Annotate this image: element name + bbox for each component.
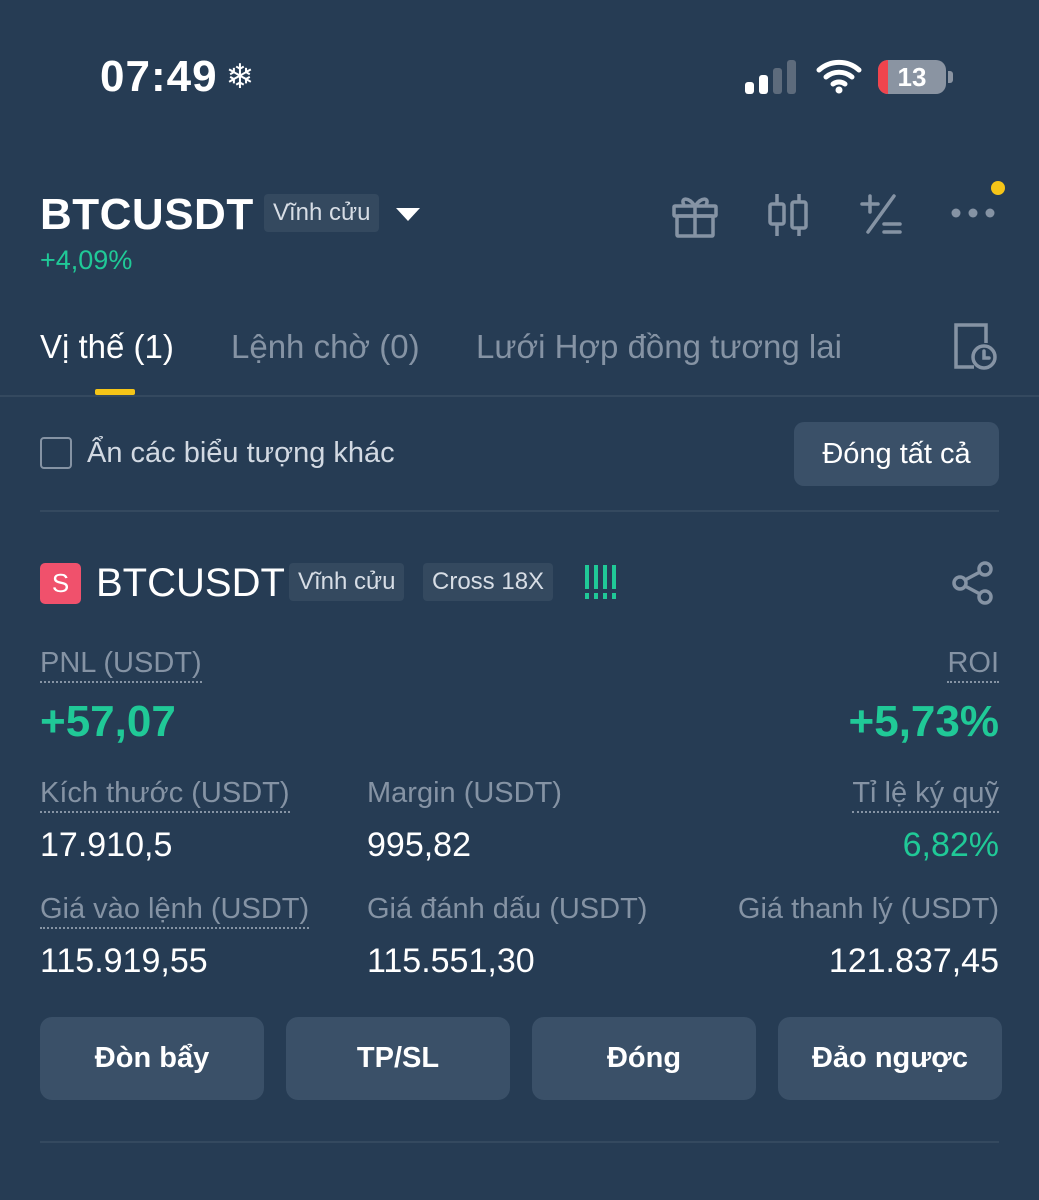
margin-ratio-value: 6,82% <box>902 826 999 864</box>
mark-price-value: 115.551,30 <box>367 942 535 980</box>
margin-mode-tag[interactable]: Cross 18X <box>423 563 554 601</box>
more-icon[interactable] <box>950 200 996 231</box>
position-symbol[interactable]: BTCUSDT <box>96 561 285 606</box>
bottom-divider <box>40 1141 999 1143</box>
pnl-value: +57,07 <box>40 697 176 746</box>
size-value: 17.910,5 <box>40 826 173 864</box>
entry-price-label[interactable]: Giá vào lệnh (USDT) <box>40 893 310 929</box>
focus-mode-icon: ❄ <box>225 58 256 96</box>
chevron-down-icon[interactable] <box>396 208 420 221</box>
notification-dot <box>991 181 1005 195</box>
tabs-divider <box>0 395 1039 397</box>
contract-type-tag: Vĩnh cửu <box>264 194 380 232</box>
liquidation-price-label: Giá thanh lý (USDT) <box>737 893 999 925</box>
short-side-badge: S <box>40 563 81 604</box>
hide-other-symbols-checkbox[interactable] <box>40 437 72 469</box>
reverse-position-button[interactable]: Đảo ngược <box>778 1017 1002 1100</box>
close-all-button[interactable]: Đóng tất cả <box>794 422 999 486</box>
leverage-button[interactable]: Đòn bẩy <box>40 1017 264 1100</box>
position-contract-tag: Vĩnh cửu <box>289 563 405 601</box>
adl-indicator-icon[interactable] <box>585 565 616 599</box>
battery-tip <box>948 71 953 83</box>
tab-futures-grid[interactable]: Lưới Hợp đồng tương lai <box>476 328 842 366</box>
battery-icon: 13 <box>878 60 946 94</box>
cellular-signal-icon <box>745 60 796 94</box>
candlestick-icon[interactable] <box>765 190 811 245</box>
roi-value: +5,73% <box>848 697 999 746</box>
section-divider <box>40 510 999 512</box>
share-icon[interactable] <box>950 560 996 611</box>
status-time: 07:49 ❄ <box>100 52 255 102</box>
tab-open-orders[interactable]: Lệnh chờ (0) <box>231 328 420 366</box>
margin-ratio-label[interactable]: Tỉ lệ ký quỹ <box>852 777 999 813</box>
size-label[interactable]: Kích thước (USDT) <box>40 777 290 813</box>
price-change: +4,09% <box>40 245 133 275</box>
mark-price-label: Giá đánh dấu (USDT) <box>367 893 648 925</box>
entry-price-value: 115.919,55 <box>40 942 208 980</box>
margin-label: Margin (USDT) <box>367 777 562 809</box>
gift-icon[interactable] <box>670 190 720 245</box>
order-history-icon[interactable] <box>950 321 998 378</box>
time-text: 07:49 <box>100 52 218 101</box>
plus-minus-icon[interactable] <box>858 190 904 245</box>
wifi-icon <box>815 58 863 99</box>
symbol-title[interactable]: BTCUSDT <box>40 190 254 240</box>
battery-level: 13 <box>897 61 927 92</box>
pnl-label[interactable]: PNL (USDT) <box>40 647 202 683</box>
tpsl-button[interactable]: TP/SL <box>286 1017 510 1100</box>
close-position-button[interactable]: Đóng <box>532 1017 756 1100</box>
liquidation-price-value: 121.837,45 <box>828 942 999 980</box>
margin-value: 995,82 <box>367 826 471 864</box>
tab-positions[interactable]: Vị thế (1) <box>40 328 174 366</box>
roi-label[interactable]: ROI <box>947 647 999 683</box>
hide-other-symbols-label[interactable]: Ẩn các biểu tượng khác <box>87 437 395 470</box>
